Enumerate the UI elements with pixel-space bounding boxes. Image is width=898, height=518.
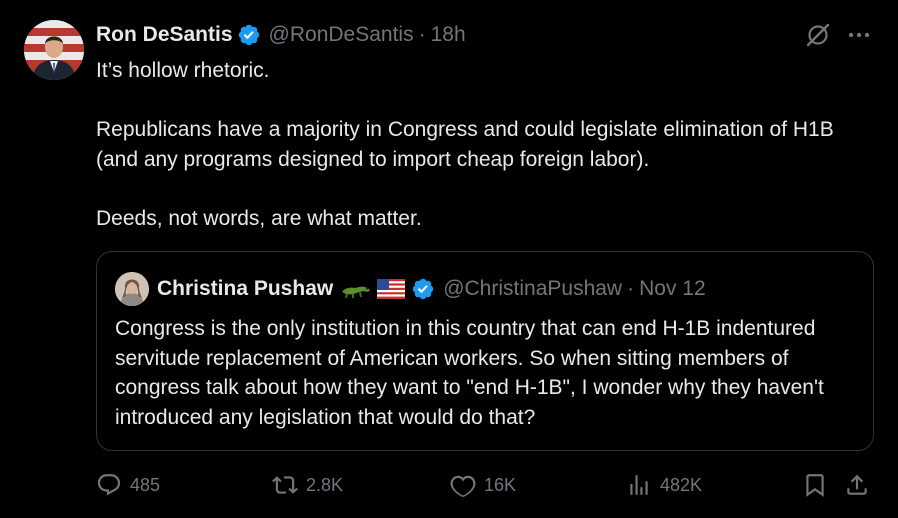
quoted-header: Christina Pushaw @ChristinaPushaw · Nov … [115, 272, 706, 306]
alligator-emoji [342, 286, 371, 299]
quoted-author-name[interactable]: Christina Pushaw [157, 277, 333, 301]
share-button[interactable] [844, 470, 870, 500]
verified-badge-icon [238, 24, 259, 46]
views-icon [630, 475, 648, 495]
more-icon[interactable] [846, 24, 872, 46]
tweet-header: Ron DeSantis @RonDeSantis · 18h [96, 20, 466, 50]
tweet-paragraph: Republicans have a majority in Congress … [96, 118, 834, 171]
grok-icon[interactable] [805, 22, 831, 48]
quoted-text: Congress is the only institution in this… [115, 317, 824, 429]
views-button[interactable]: 482K [626, 470, 702, 500]
reply-icon [97, 474, 121, 496]
tweet-paragraph: Deeds, not words, are what matter. [96, 206, 422, 230]
quoted-author-handle[interactable]: @ChristinaPushaw [443, 277, 622, 301]
like-icon [450, 475, 476, 498]
quoted-tweet[interactable]: Christina Pushaw @ChristinaPushaw · Nov … [96, 251, 874, 451]
repost-icon [272, 476, 298, 494]
separator: · [627, 277, 635, 300]
bookmark-button[interactable] [802, 470, 828, 500]
bookmark-icon [806, 474, 824, 497]
share-icon [847, 474, 867, 495]
author-name[interactable]: Ron DeSantis [96, 23, 233, 47]
like-count: 16K [484, 474, 517, 495]
like-button[interactable]: 16K [450, 470, 516, 500]
tweet-text: It’s hollow rhetoric. Republicans have a… [96, 56, 876, 233]
action-bar: 485 2.8K 16K 482K [96, 470, 876, 500]
verified-badge-icon [412, 278, 434, 300]
views-count: 482K [660, 474, 703, 495]
repost-count: 2.8K [306, 474, 344, 495]
avatar[interactable] [24, 20, 84, 80]
separator: · [418, 23, 426, 46]
author-handle[interactable]: @RonDeSantis [269, 23, 414, 47]
tweet-paragraph: It’s hollow rhetoric. [96, 59, 270, 82]
repost-button[interactable]: 2.8K [272, 470, 343, 500]
us-flag-emoji [377, 279, 406, 299]
reply-button[interactable]: 485 [96, 470, 160, 500]
quoted-timestamp[interactable]: Nov 12 [639, 277, 706, 301]
reply-count: 485 [130, 474, 161, 495]
tweet[interactable]: Ron DeSantis @RonDeSantis · 18h It’s hol… [0, 0, 898, 518]
timestamp[interactable]: 18h [431, 23, 466, 47]
quoted-avatar[interactable] [115, 272, 149, 306]
